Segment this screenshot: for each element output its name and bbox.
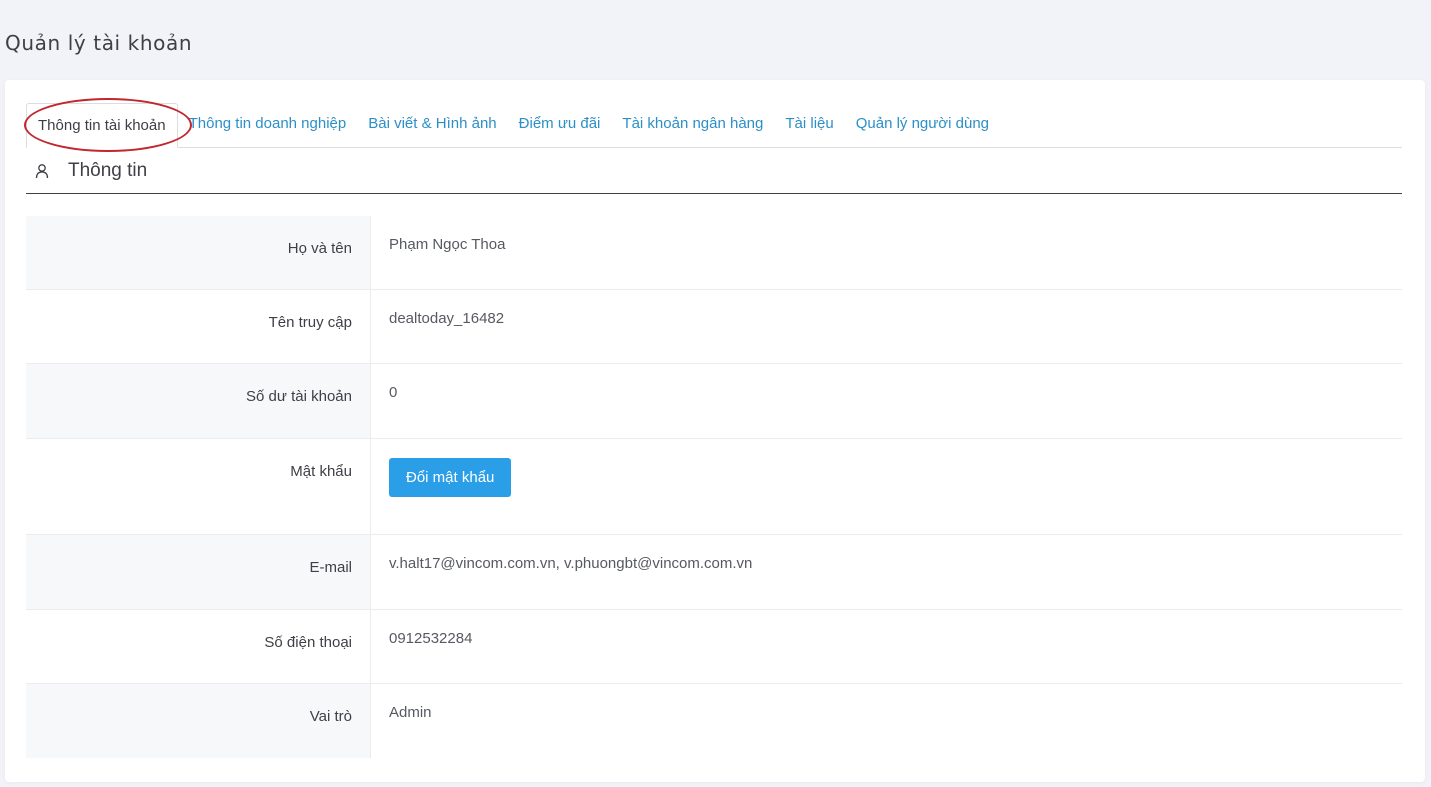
table-row-username: Tên truy cập dealtoday_16482 — [26, 290, 1402, 364]
user-icon — [35, 163, 49, 178]
section-title: Thông tin — [68, 159, 148, 181]
table-row-password: Mật khẩu Đổi mật khẩu — [26, 439, 1402, 535]
balance-label: Số dư tài khoản — [26, 364, 371, 438]
table-row-balance: Số dư tài khoản 0 — [26, 364, 1402, 439]
phone-value: 0912532284 — [389, 630, 473, 647]
tab-posts-images[interactable]: Bài viết & Hình ảnh — [357, 102, 507, 147]
role-value: Admin — [371, 684, 1402, 758]
balance-value: 0 — [371, 364, 1402, 438]
role-label: Vai trò — [26, 684, 371, 758]
email-value: v.halt17@vincom.com.vn, v.phuongbt@vinco… — [371, 535, 1402, 609]
password-value: Đổi mật khẩu — [371, 439, 1402, 534]
table-row-full-name: Họ và tên Phạm Ngọc Thoa — [26, 216, 1402, 290]
tab-business-info[interactable]: Thông tin doanh nghiệp — [178, 102, 358, 147]
password-label: Mật khẩu — [26, 439, 371, 534]
tab-account-info[interactable]: Thông tin tài khoản — [26, 103, 178, 148]
table-row-email: E-mail v.halt17@vincom.com.vn, v.phuongb… — [26, 535, 1402, 610]
email-label: E-mail — [26, 535, 371, 609]
phone-label: Số điện thoại — [26, 610, 371, 683]
username-value: dealtoday_16482 — [389, 310, 505, 327]
full-name-label: Họ và tên — [26, 216, 371, 289]
table-row-role: Vai trò Admin — [26, 684, 1402, 758]
page-title: Quản lý tài khoản — [5, 31, 193, 55]
section-header: Thông tin — [26, 148, 1402, 194]
username-label: Tên truy cập — [26, 290, 371, 363]
tab-bar: Thông tin tài khoản Thông tin doanh nghi… — [26, 103, 1402, 148]
tab-documents[interactable]: Tài liệu — [774, 102, 844, 147]
change-password-button[interactable]: Đổi mật khẩu — [389, 458, 512, 497]
full-name-value: Phạm Ngọc Thoa — [371, 216, 1402, 289]
account-info-table: Họ và tên Phạm Ngọc Thoa Tên truy cập de… — [26, 216, 1402, 758]
tab-bank-accounts[interactable]: Tài khoản ngân hàng — [611, 102, 774, 147]
tab-reward-points[interactable]: Điểm ưu đãi — [508, 102, 612, 147]
table-row-phone: Số điện thoại 0912532284 — [26, 610, 1402, 684]
account-card: Thông tin tài khoản Thông tin doanh nghi… — [5, 80, 1425, 782]
tab-user-management[interactable]: Quản lý người dùng — [845, 102, 1000, 147]
